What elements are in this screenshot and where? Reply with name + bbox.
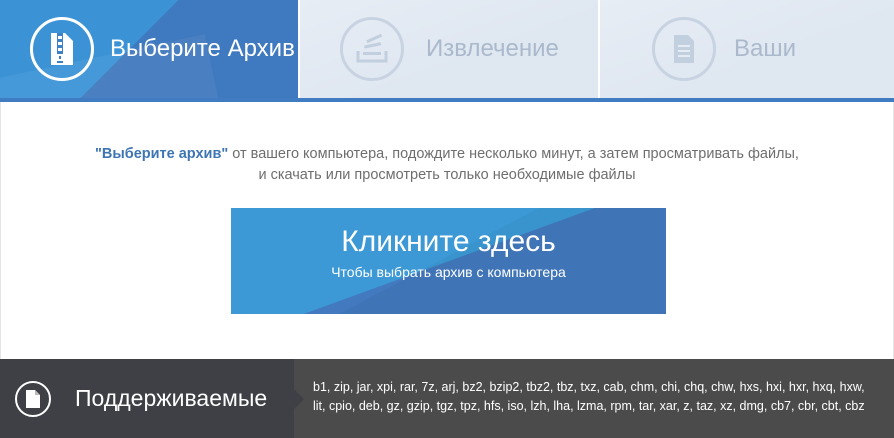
- choose-archive-title: Кликните здесь: [341, 225, 556, 258]
- supported-header: Поддерживаемые: [0, 359, 304, 438]
- tab-extract[interactable]: Извлечение: [300, 0, 598, 98]
- intro-line-2: и скачать или просмотреть только необход…: [258, 167, 636, 183]
- step-tabs: Выберите Архив Извлечение Ваши: [0, 0, 894, 98]
- tab-your-files[interactable]: Ваши: [600, 0, 894, 98]
- frame-left-border: [0, 102, 1, 359]
- extract-tray-icon: [340, 17, 404, 81]
- choose-archive-subtitle: Чтобы выбрать архив с компьютера: [331, 264, 566, 280]
- tab-underline: [0, 98, 894, 102]
- intro-line-1: "Выберите архив" от вашего компьютера, п…: [0, 144, 894, 165]
- intro-emphasis: "Выберите архив": [95, 146, 229, 162]
- tab-select-archive-label: Выберите Архив: [110, 35, 295, 62]
- document-icon: [652, 17, 716, 81]
- supported-formats-list: b1, zip, jar, xpi, rar, 7z, arj, bz2, bz…: [313, 380, 865, 413]
- intro-line-1-rest: от вашего компьютера, подождите нескольк…: [228, 146, 799, 162]
- choose-archive-button[interactable]: Кликните здесь Чтобы выбрать архив с ком…: [231, 208, 666, 314]
- archive-file-icon: [30, 17, 94, 81]
- intro-text: "Выберите архив" от вашего компьютера, п…: [0, 144, 894, 186]
- file-icon: [15, 380, 51, 417]
- supported-label: Поддерживаемые: [75, 385, 268, 411]
- tab-select-archive[interactable]: Выберите Архив: [0, 0, 298, 98]
- tab-extract-label: Извлечение: [426, 35, 559, 62]
- supported-formats-bar: Поддерживаемые b1, zip, jar, xpi, rar, 7…: [0, 359, 894, 438]
- tab-your-files-label: Ваши: [734, 35, 797, 62]
